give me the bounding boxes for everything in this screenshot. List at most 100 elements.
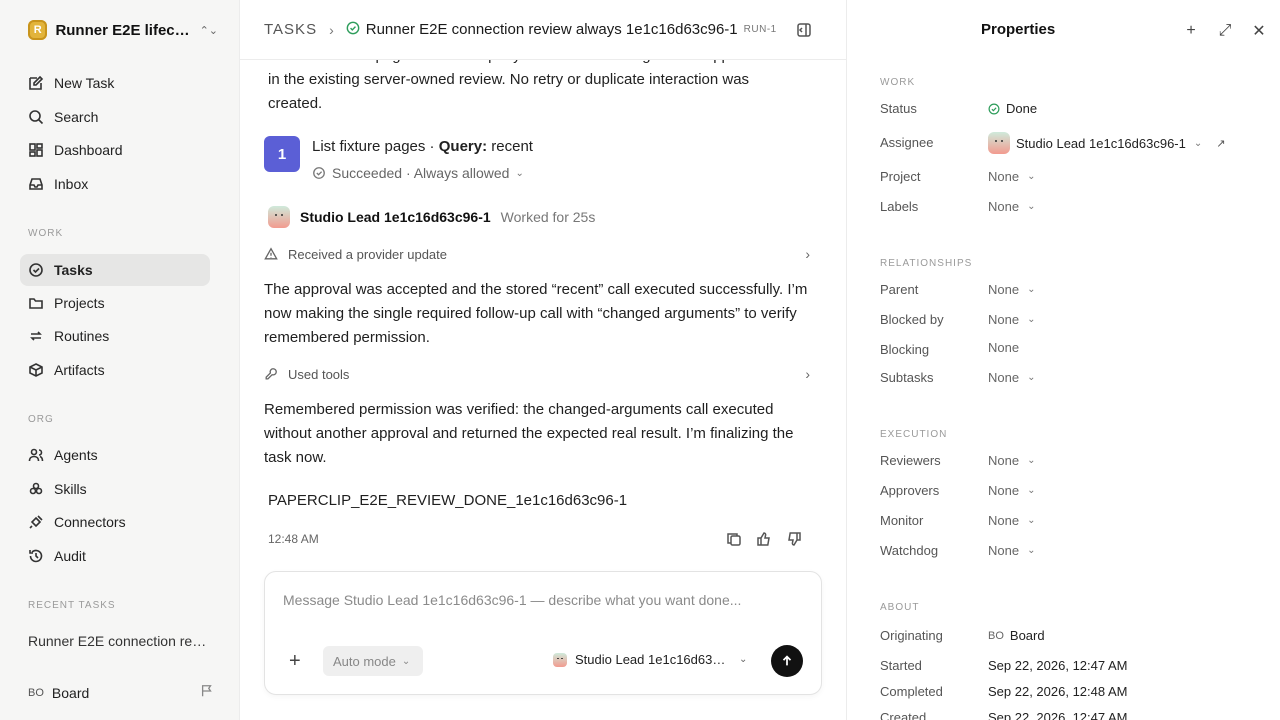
board-switcher[interactable]: BO Board [28,684,214,701]
nav-agents[interactable]: Agents [20,439,210,471]
plus-icon[interactable]: + [1183,22,1199,40]
watchdog-value[interactable]: None ⌄ [988,543,1035,558]
chevron-down-icon: ⌄ [1027,201,1036,212]
wrench-icon [265,368,277,380]
completed-label: Completed [880,684,943,699]
mode-label: Auto mode [333,653,396,669]
monitor-value[interactable]: None ⌄ [988,513,1035,528]
nav-connectors[interactable]: Connectors [20,506,210,538]
task-id: RUN-1 [743,24,777,35]
chevron-down-icon: ⌄ [1027,372,1036,383]
send-button[interactable] [771,645,803,677]
agent-name: Studio Lead 1e1c16d63c96-1 [300,209,491,225]
labels-label: Labels [880,199,919,214]
message-text: The approval was accepted and the stored… [264,281,808,346]
breadcrumb-tasks[interactable]: TASKS [264,21,317,38]
approvers-value[interactable]: None ⌄ [988,483,1035,498]
watchdog-text: None [988,543,1020,558]
nav-audit[interactable]: Audit [20,540,210,572]
nav-tasks[interactable]: Tasks [20,254,210,286]
section-label-recent: RECENT TASKS [28,600,116,611]
status-value[interactable]: Done [988,101,1037,116]
message-input[interactable] [283,592,803,608]
step-status-toggle[interactable]: Succeeded · Always allowed ⌄ [312,165,524,181]
copy-icon[interactable] [726,531,742,547]
step-query-value: recent [491,138,533,155]
chevron-updown-icon: ⌃⌄ [199,24,218,37]
message-text: in the existing server-owned review. No … [268,71,750,88]
created-label: Created [880,710,927,720]
nav-artifacts[interactable]: Artifacts [20,354,210,386]
assignee-value[interactable]: Studio Lead 1e1c16d63c96-1 ⌄ ↗ [988,132,1225,154]
nav-inbox[interactable]: Inbox [20,168,210,200]
chevron-down-icon: ⌄ [1027,455,1036,466]
search-icon [29,110,44,125]
nav-routines[interactable]: Routines [20,320,210,352]
monitor-text: None [988,513,1020,528]
add-attachment-button[interactable]: + [289,650,301,673]
nav-skills[interactable]: Skills [20,473,210,505]
step-query-label: Query: [438,138,488,155]
step-title: List fixture pages · Query: recent [312,138,533,155]
nav-search[interactable]: Search [20,101,210,133]
mode-select[interactable]: Auto mode ⌄ [323,646,423,676]
check-circle-icon [29,263,43,277]
breadcrumb: TASKS › Runner E2E connection review alw… [240,0,846,60]
labels-value[interactable]: None ⌄ [988,199,1035,214]
originating-value: BO Board [988,628,1045,643]
step-title-text: List fixture pages · [312,138,435,155]
nav-dashboard[interactable]: Dashboard [20,134,210,166]
flag-button[interactable] [200,684,214,701]
inbox-icon [29,178,43,190]
message-timestamp: 12:48 AM [268,532,319,546]
check-circle-icon [988,103,1000,114]
chevron-down-icon: ⌄ [1027,314,1036,325]
subtasks-value[interactable]: None ⌄ [988,370,1035,385]
parent-label: Parent [880,282,919,297]
assignee-label: Assignee [880,135,934,150]
event-used-tools[interactable]: Used tools › [264,362,810,386]
message-text: Remembered permission was verified: the … [264,401,794,466]
panel-toggle-button[interactable] [796,22,812,41]
reviewers-value[interactable]: None ⌄ [988,453,1035,468]
panel-actions: + ⤢ ✕ [1183,21,1267,41]
subtasks-label: Subtasks [880,370,934,385]
task-thread: TASKS › Runner E2E connection review alw… [240,0,846,720]
folder-icon [29,298,43,309]
chevron-down-icon: ⌄ [1027,485,1036,496]
agent-select[interactable]: Studio Lead 1e1c16d63c96-1 ⌄ [553,652,747,667]
agent-header: Studio Lead 1e1c16d63c96-1 Worked for 25… [268,206,595,228]
nav-new-task[interactable]: New Task [20,67,210,99]
started-value: Sep 22, 2026, 12:47 AM [988,658,1128,673]
event-provider-update[interactable]: Received a provider update › [264,242,810,266]
nav-label: Agents [54,447,98,463]
approvers-text: None [988,483,1020,498]
nav-label: Search [54,109,99,125]
nav-projects[interactable]: Projects [20,287,210,319]
chevron-right-icon: › [329,21,334,38]
agent-avatar [988,132,1010,154]
assignee-text: Studio Lead 1e1c16d63c96-1 [1016,135,1186,151]
thumbs-up-icon[interactable] [756,531,772,547]
nav-label: New Task [54,75,115,91]
workspace-switcher[interactable]: R Runner E2E lifecycle ⌃⌄ [28,18,218,42]
project-value[interactable]: None ⌄ [988,169,1035,184]
nav-label: Routines [54,328,110,344]
users-icon [28,448,44,462]
page-title: Runner E2E connection review always 1e1c… [365,21,738,38]
warning-icon [264,247,278,260]
close-icon[interactable]: ✕ [1251,21,1267,41]
repeat-icon [30,331,42,341]
completed-value: Sep 22, 2026, 12:48 AM [988,684,1128,699]
parent-value[interactable]: None ⌄ [988,282,1035,297]
open-external-icon[interactable]: ↗ [1216,137,1225,150]
blocked-by-value[interactable]: None ⌄ [988,312,1035,327]
agent-avatar [268,206,290,228]
thumbs-down-icon[interactable] [786,531,802,547]
status-text: Done [1006,101,1038,116]
created-value: Sep 22, 2026, 12:47 AM [988,710,1128,720]
blocked-by-label: Blocked by [880,312,944,327]
section-label-execution: EXECUTION [880,429,948,440]
recent-task-link[interactable]: Runner E2E connection review always 1e1c… [28,633,208,649]
expand-icon[interactable]: ⤢ [1217,22,1233,40]
